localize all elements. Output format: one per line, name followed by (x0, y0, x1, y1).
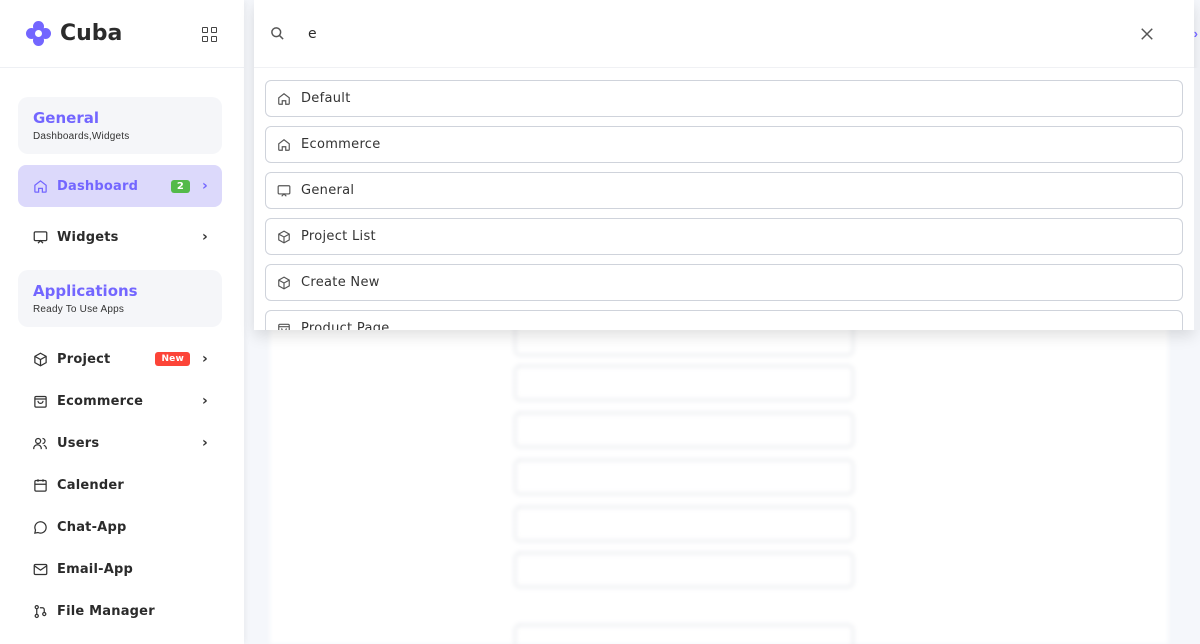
section-title: General (33, 109, 99, 127)
sidebar-item-label: Ecommerce (57, 393, 144, 409)
sidebar-item-email-app[interactable]: Email-App (18, 548, 222, 590)
section-title: Applications (33, 282, 138, 300)
chat-icon (32, 519, 48, 535)
form-row (270, 365, 1168, 401)
home-icon (276, 91, 291, 106)
section-applications: Applications Ready To Use Apps (18, 270, 222, 327)
section-subtitle: Ready To Use Apps (33, 304, 125, 315)
chevron-right-icon: › (202, 351, 208, 367)
sidebar-item-label: File Manager (57, 603, 155, 619)
search-result-item[interactable]: Default (265, 80, 1183, 117)
search-result-item[interactable]: Ecommerce (265, 126, 1183, 163)
search-result-item[interactable]: General (265, 172, 1183, 209)
chevron-right-icon: › (202, 435, 208, 451)
sidebar-item-label: Email-App (57, 561, 133, 577)
sidebar-item-label: Project (57, 351, 111, 367)
blurred-input (514, 459, 854, 495)
sidebar-item-label: Widgets (57, 229, 119, 245)
calendar-icon (32, 477, 48, 493)
blurred-input (514, 624, 854, 644)
home-icon (32, 178, 48, 194)
scrollbar[interactable] (1194, 68, 1200, 330)
blurred-input (514, 412, 854, 448)
search-result-item[interactable]: Project List (265, 218, 1183, 255)
search-result-item[interactable]: Create New (265, 264, 1183, 301)
result-label: General (301, 183, 355, 198)
search-panel: Default Ecommerce General Project List C… (254, 0, 1194, 330)
grid-menu-icon[interactable] (202, 27, 217, 42)
sidebar-item-ecommerce[interactable]: Ecommerce › (18, 380, 222, 422)
result-label: Default (301, 91, 351, 106)
box-icon (276, 229, 291, 244)
sidebar-item-calender[interactable]: Calender (18, 464, 222, 506)
result-label: Project List (301, 229, 376, 244)
sidebar-item-chat-app[interactable]: Chat-App (18, 506, 222, 548)
sidebar-item-file-manager[interactable]: File Manager (18, 590, 222, 632)
sidebar-item-project[interactable]: Project New › (18, 338, 222, 380)
sidebar-item-users[interactable]: Users › (18, 422, 222, 464)
chevron-right-icon: › (202, 229, 208, 245)
logo-row: Cuba (0, 0, 244, 68)
chevron-right-icon: › (202, 393, 208, 409)
brand-name[interactable]: Cuba (60, 21, 122, 46)
result-label: Ecommerce (301, 137, 381, 152)
blurred-input (514, 506, 854, 542)
monitor-icon (276, 183, 291, 198)
sidebar-item-label: Dashboard (57, 178, 139, 194)
sidebar-item-dashboard[interactable]: Dashboard 2 › (18, 165, 222, 207)
logo-icon[interactable] (26, 20, 52, 47)
users-icon (32, 435, 48, 451)
chevron-right-icon: › (202, 178, 208, 194)
sidebar-item-label: Calender (57, 477, 124, 493)
form-row (270, 459, 1168, 495)
blurred-input (514, 365, 854, 401)
shopping-bag-icon (276, 321, 291, 330)
box-icon (276, 275, 291, 290)
blurred-input (514, 552, 854, 588)
form-row (270, 624, 1168, 644)
home-icon (276, 137, 291, 152)
monitor-icon (32, 229, 48, 245)
count-badge: 2 (170, 179, 191, 193)
form-row (270, 552, 1168, 588)
chevron-right-icon[interactable]: › (1194, 26, 1198, 41)
new-badge: New (155, 352, 191, 366)
form-row (270, 506, 1168, 542)
box-icon (32, 351, 48, 367)
form-row (270, 412, 1168, 448)
section-general: General Dashboards,Widgets (18, 97, 222, 154)
search-icon (270, 26, 286, 42)
result-label: Product Page (301, 321, 390, 330)
result-label: Create New (301, 275, 380, 290)
sidebar-item-widgets[interactable]: Widgets › (18, 216, 222, 258)
shopping-bag-icon (32, 393, 48, 409)
git-branch-icon (32, 603, 48, 619)
sidebar-item-label: Chat-App (57, 519, 127, 535)
close-icon[interactable] (1138, 25, 1156, 43)
section-subtitle: Dashboards,Widgets (33, 131, 130, 142)
search-bar (254, 0, 1194, 68)
mail-icon (32, 561, 48, 577)
search-result-item[interactable]: Product Page (265, 310, 1183, 330)
search-results: Default Ecommerce General Project List C… (254, 68, 1194, 330)
sidebar-item-label: Users (57, 435, 100, 451)
sidebar: Cuba General Dashboards,Widgets Dashboar… (0, 0, 244, 644)
search-input[interactable] (308, 25, 908, 42)
